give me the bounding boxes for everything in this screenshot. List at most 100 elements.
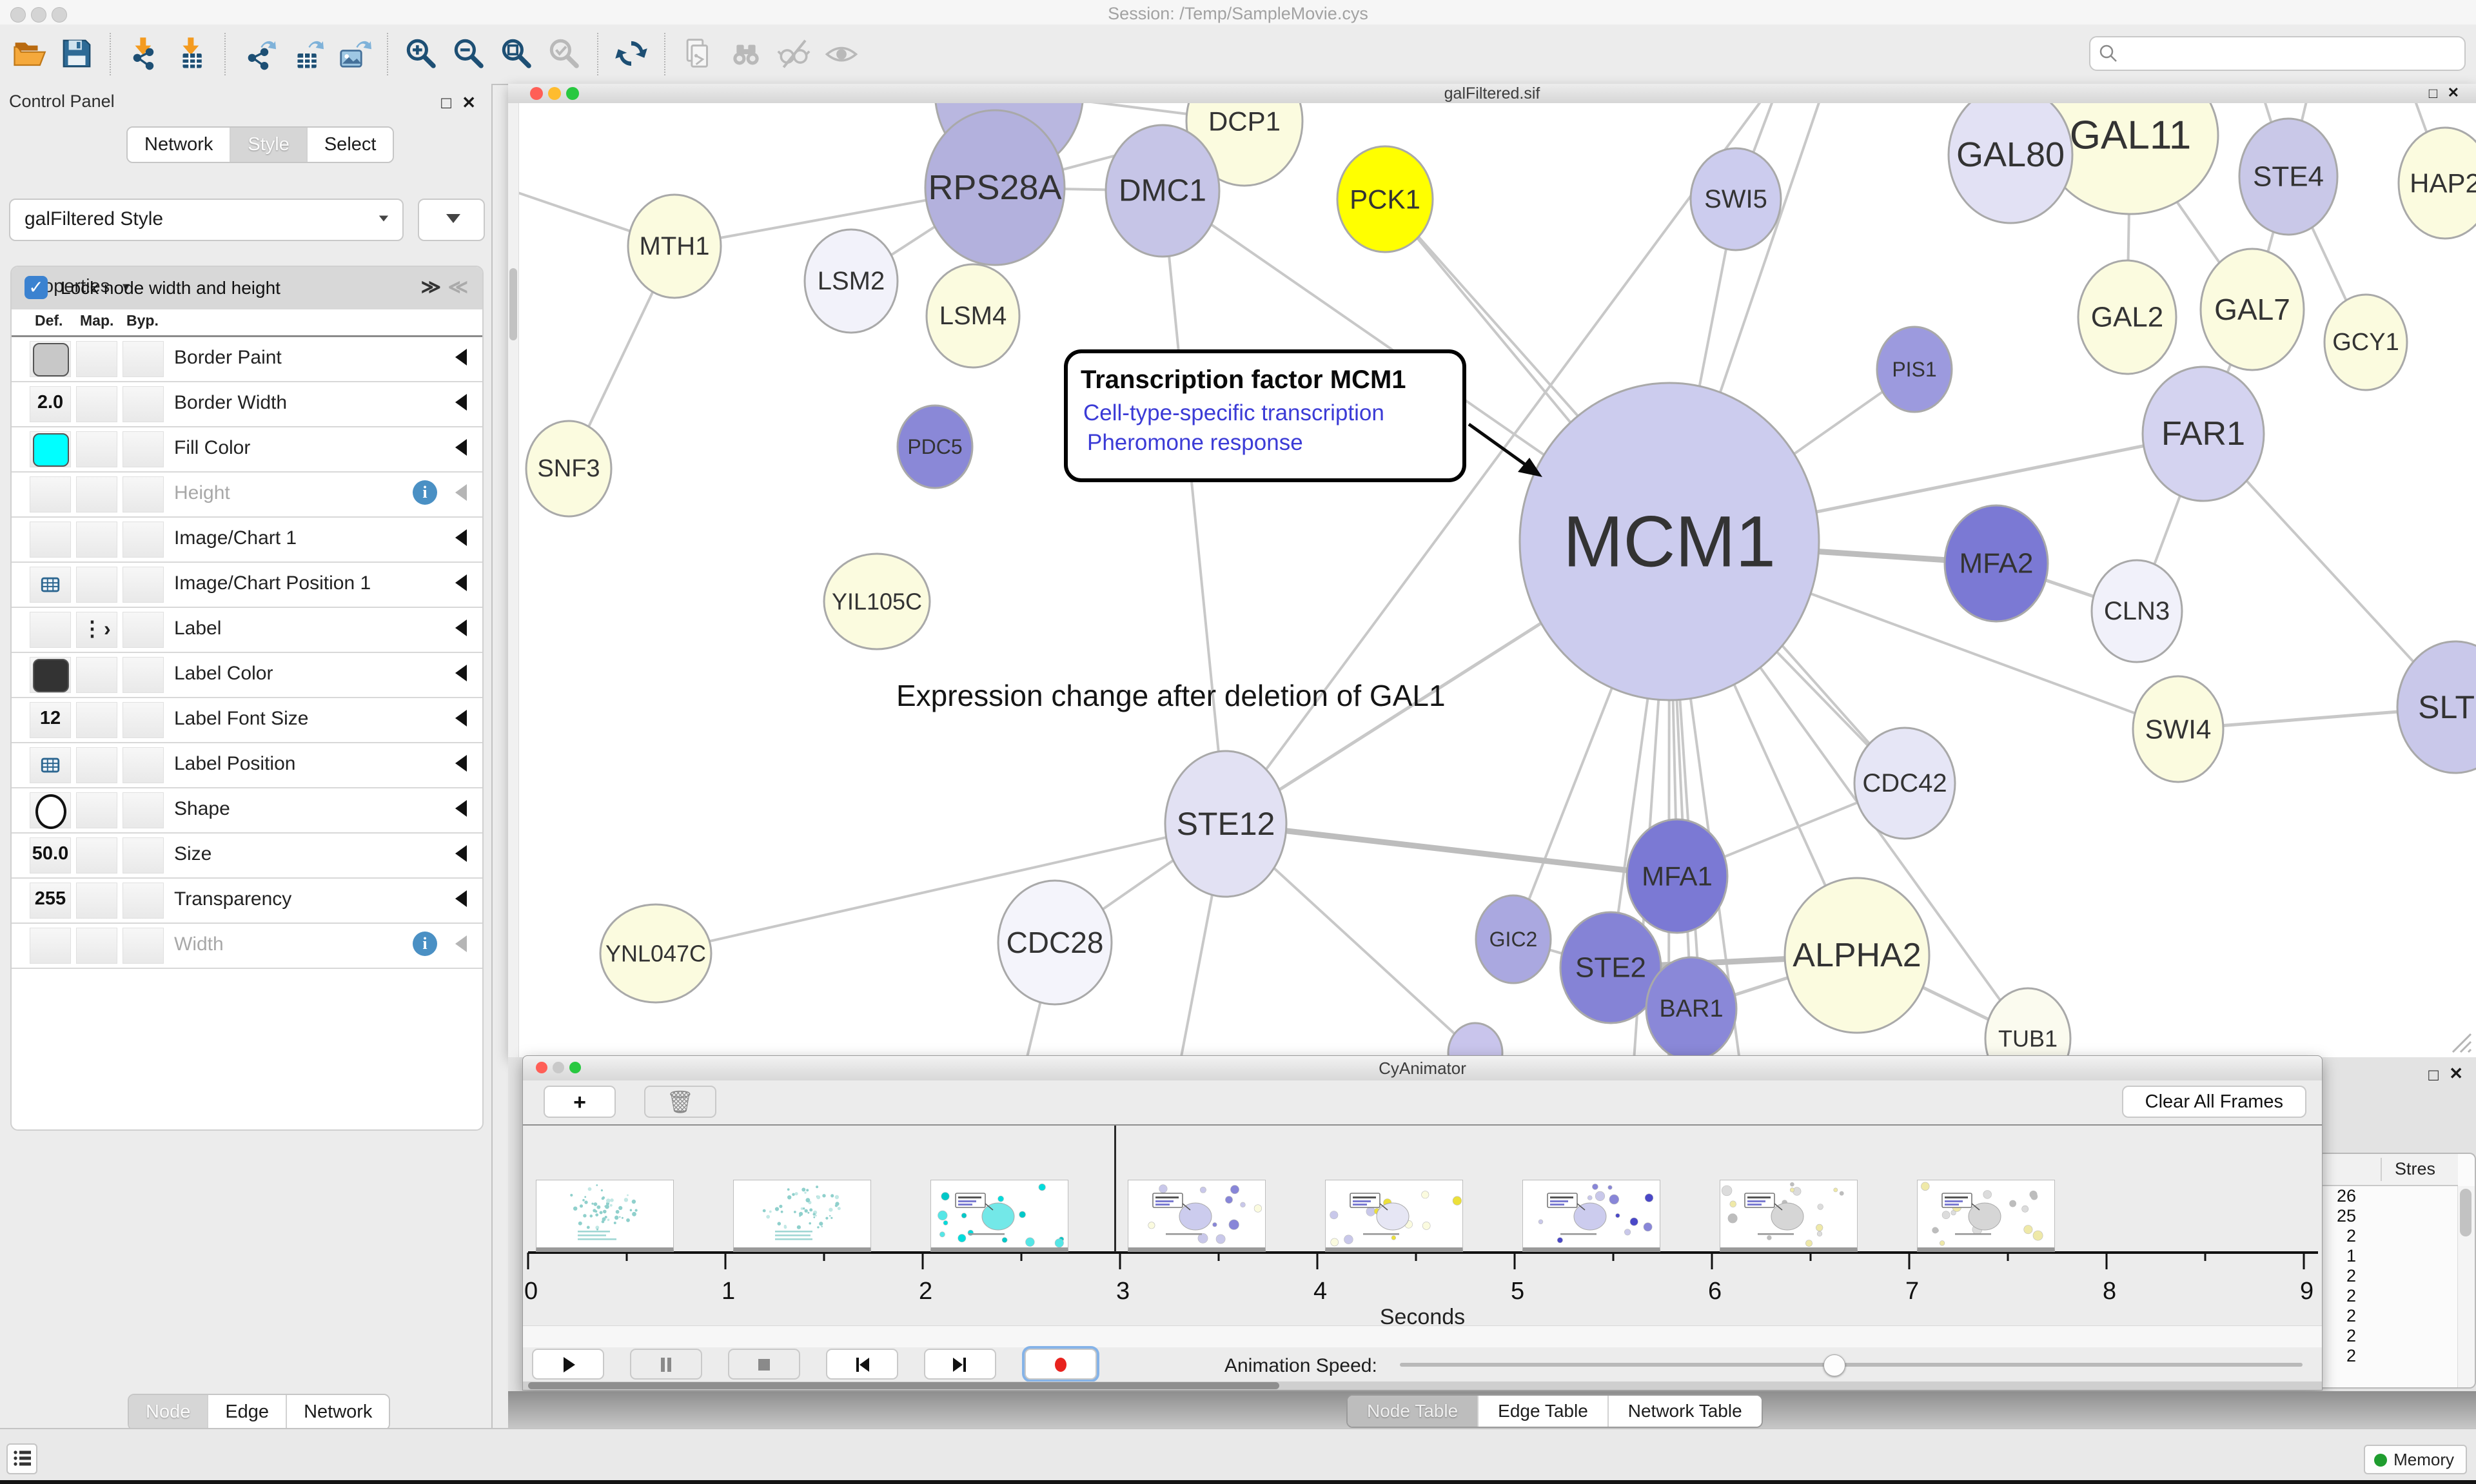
network-node-cln3[interactable]: CLN3: [2092, 560, 2182, 662]
default-cell[interactable]: [30, 476, 71, 513]
default-value[interactable]: 12: [30, 708, 70, 729]
default-cell[interactable]: [30, 612, 71, 648]
network-node-pdc5[interactable]: PDC5: [898, 405, 972, 488]
resize-grip-icon[interactable]: [2448, 1029, 2473, 1055]
network-node-rps28a[interactable]: RPS28A: [925, 110, 1065, 265]
style-property-row[interactable]: Shape: [12, 788, 482, 834]
show-all-button[interactable]: [821, 34, 862, 75]
tab-network-style[interactable]: Network: [287, 1395, 389, 1429]
color-swatch[interactable]: [33, 659, 69, 692]
cyanimator-titlebar[interactable]: CyAnimator: [523, 1056, 2322, 1081]
bypass-cell[interactable]: [123, 792, 164, 828]
annotation-link[interactable]: Pheromone response: [1087, 430, 1303, 455]
bypass-cell[interactable]: [123, 883, 164, 919]
collapse-row-icon[interactable]: [455, 394, 467, 411]
mapping-cell[interactable]: [76, 792, 117, 828]
network-node-gal7[interactable]: GAL7: [2201, 249, 2304, 370]
default-cell[interactable]: [30, 792, 71, 828]
zoom-fit-button[interactable]: [496, 34, 537, 75]
animation-speed-slider[interactable]: [1400, 1363, 2303, 1367]
bypass-cell[interactable]: [123, 567, 164, 603]
style-property-row[interactable]: Label Position: [12, 743, 482, 788]
task-history-button[interactable]: [6, 1443, 37, 1474]
network-node-swi4[interactable]: SWI4: [2133, 676, 2223, 782]
network-node-ste12[interactable]: STE12: [1165, 751, 1286, 897]
annotation-link[interactable]: Cell-type-specific transcription: [1083, 400, 1384, 425]
color-swatch[interactable]: [33, 433, 69, 467]
style-property-row[interactable]: Label Color: [12, 653, 482, 698]
network-window-titlebar[interactable]: galFiltered.sif □ ✕: [508, 84, 2476, 104]
default-value[interactable]: 50.0: [30, 843, 70, 864]
network-node-mth1[interactable]: MTH1: [628, 195, 721, 298]
export-table-button[interactable]: [286, 34, 327, 75]
network-node-cdc28[interactable]: CDC28: [998, 881, 1112, 1004]
style-property-row[interactable]: ⋮›Label: [12, 608, 482, 653]
network-node-hap2[interactable]: HAP2: [2399, 128, 2476, 239]
style-property-row[interactable]: Fill Color: [12, 427, 482, 473]
default-cell[interactable]: [30, 522, 71, 558]
float-view-icon[interactable]: □: [2429, 85, 2437, 102]
style-selector[interactable]: galFiltered Style: [9, 199, 404, 241]
frame-thumbnail-0[interactable]: [536, 1180, 674, 1252]
collapse-row-icon[interactable]: [455, 484, 467, 501]
add-frame-button[interactable]: +: [544, 1086, 616, 1118]
style-property-row[interactable]: Image/Chart 1: [12, 518, 482, 563]
style-property-row[interactable]: 2.0Border Width: [12, 382, 482, 427]
mapping-cell[interactable]: [76, 837, 117, 874]
frame-thumbnail-6[interactable]: [1720, 1180, 1858, 1252]
frame-thumbnail-5[interactable]: [1522, 1180, 1660, 1252]
mapping-cell[interactable]: [76, 657, 117, 693]
stop-button[interactable]: [728, 1349, 800, 1380]
memory-button[interactable]: Memory: [2364, 1445, 2467, 1474]
bypass-cell[interactable]: [123, 837, 164, 874]
apply-layout-button[interactable]: [611, 34, 652, 75]
slider-thumb[interactable]: [1823, 1354, 1845, 1376]
network-node-mfa1[interactable]: MFA1: [1627, 819, 1727, 933]
tab-edge[interactable]: Edge: [208, 1395, 287, 1429]
network-node-pis1[interactable]: PIS1: [1877, 327, 1952, 412]
default-cell[interactable]: 50.0: [30, 837, 71, 874]
table-scrollbar[interactable]: [2457, 1186, 2475, 1387]
network-node-swi5[interactable]: SWI5: [1691, 148, 1781, 250]
bypass-cell[interactable]: [123, 341, 164, 377]
bypass-cell[interactable]: [123, 522, 164, 558]
frame-thumbnail-7[interactable]: [1917, 1180, 2055, 1252]
mapping-icon[interactable]: ⋮›: [82, 616, 112, 641]
tab-style[interactable]: Style: [231, 128, 307, 162]
collapse-row-icon[interactable]: [455, 800, 467, 817]
search-input[interactable]: [2127, 39, 2451, 67]
info-icon[interactable]: i: [413, 480, 437, 505]
skip-to-start-button[interactable]: [826, 1349, 898, 1380]
canvas-caption[interactable]: Expression change after deletion of GAL1: [896, 679, 1446, 712]
collapse-row-icon[interactable]: [455, 755, 467, 772]
network-node-dmc1[interactable]: DMC1: [1106, 125, 1219, 257]
float-dock-icon[interactable]: □: [2428, 1065, 2439, 1085]
network-node-slt2[interactable]: SLT2: [2397, 641, 2476, 773]
tab-select[interactable]: Select: [308, 128, 393, 162]
style-property-row[interactable]: 255Transparency: [12, 879, 482, 924]
default-cell[interactable]: 12: [30, 702, 71, 738]
mapping-cell[interactable]: [76, 476, 117, 513]
color-swatch[interactable]: [33, 343, 69, 376]
export-image-button[interactable]: [333, 34, 375, 75]
style-property-row[interactable]: 12Label Font Size: [12, 698, 482, 743]
network-node-bar1[interactable]: BAR1: [1646, 957, 1736, 1057]
network-node-lsm2[interactable]: LSM2: [805, 229, 898, 333]
mapping-cell[interactable]: [76, 702, 117, 738]
default-cell[interactable]: 255: [30, 883, 71, 919]
collapse-row-icon[interactable]: [455, 890, 467, 907]
skip-to-end-button[interactable]: [924, 1349, 996, 1380]
record-button[interactable]: [1025, 1349, 1097, 1380]
mapping-cell[interactable]: [76, 386, 117, 422]
collapse-row-icon[interactable]: [455, 574, 467, 591]
style-property-row[interactable]: Heighti: [12, 473, 482, 518]
network-node-far1[interactable]: FAR1: [2143, 367, 2264, 501]
frame-thumbnail-4[interactable]: [1325, 1180, 1463, 1252]
default-cell[interactable]: [30, 657, 71, 693]
style-property-row[interactable]: Border Paint: [12, 337, 482, 382]
bypass-cell[interactable]: [123, 747, 164, 783]
mapping-cell[interactable]: [76, 522, 117, 558]
network-node-gal80[interactable]: GAL80: [1949, 103, 2072, 223]
collapse-row-icon[interactable]: [455, 935, 467, 952]
play-button[interactable]: [532, 1349, 604, 1380]
